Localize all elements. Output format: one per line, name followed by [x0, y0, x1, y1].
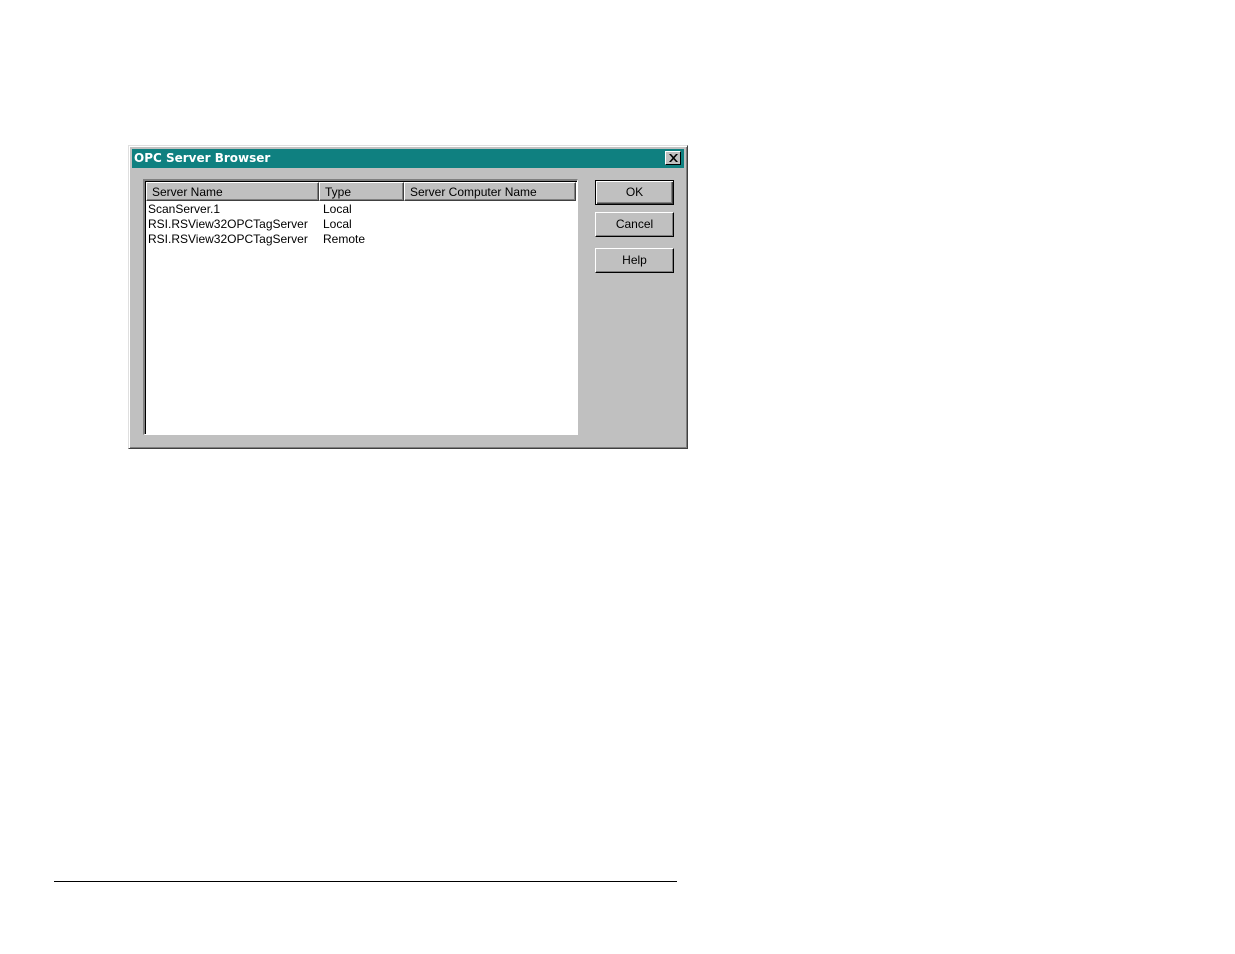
close-x-icon [669, 154, 678, 162]
close-button[interactable] [665, 151, 681, 165]
column-header-server-name[interactable]: Server Name [146, 182, 319, 201]
list-header: Server Name Type Server Computer Name [146, 182, 576, 201]
server-name-cell: RSI.RSView32OPCTagServer [148, 232, 308, 246]
opc-server-browser-dialog: OPC Server Browser Server Name Type Serv… [128, 145, 688, 449]
server-name-cell: RSI.RSView32OPCTagServer [148, 217, 308, 231]
server-list[interactable]: Server Name Type Server Computer Name Sc… [143, 179, 578, 435]
column-header-server-computer-name[interactable]: Server Computer Name [404, 182, 576, 201]
type-cell: Local [323, 217, 352, 231]
ok-button[interactable]: OK [595, 180, 674, 205]
type-cell: Remote [323, 232, 366, 246]
server-name-cell: ScanServer.1 [148, 202, 221, 216]
type-cell: Local [323, 202, 352, 216]
dialog-title: OPC Server Browser [134, 151, 271, 165]
column-header-type[interactable]: Type [319, 182, 404, 201]
page-divider [54, 881, 677, 882]
title-bar[interactable]: OPC Server Browser [132, 149, 684, 168]
cancel-button[interactable]: Cancel [595, 212, 674, 237]
help-button[interactable]: Help [595, 248, 674, 273]
